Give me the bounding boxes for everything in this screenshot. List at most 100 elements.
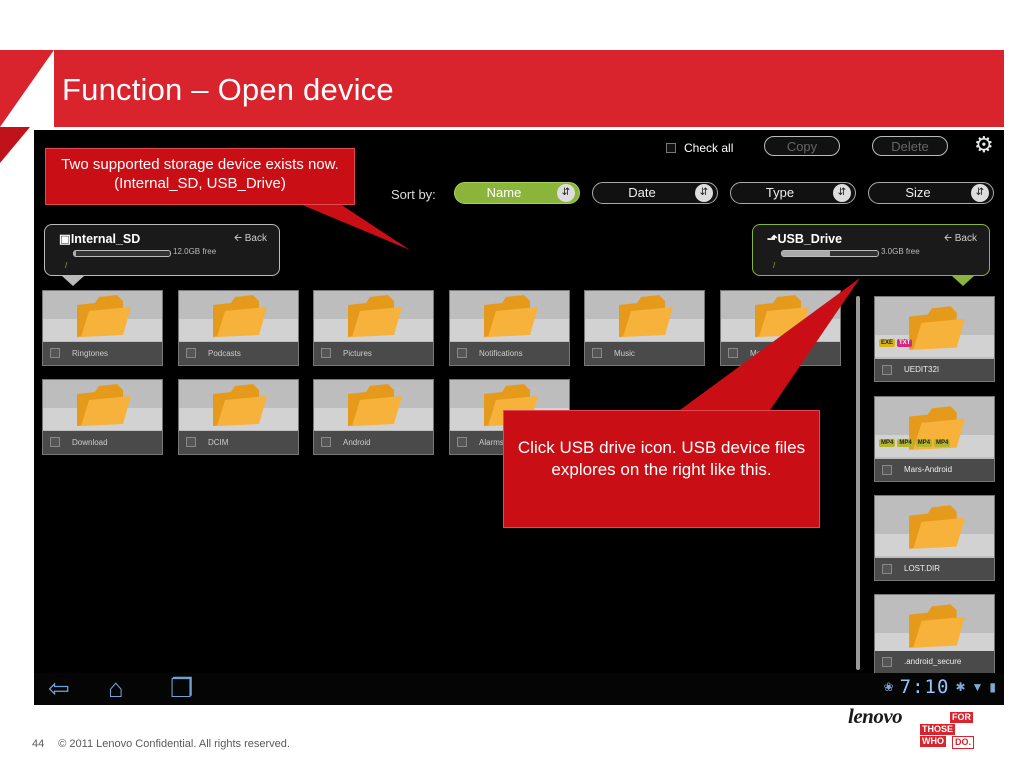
usb-file-tile[interactable]: MP4 MP4 MP4 MP4 Mars-Android — [874, 396, 995, 482]
select-checkbox[interactable] — [882, 365, 892, 375]
check-all-checkbox[interactable] — [666, 143, 676, 153]
folder-icon — [755, 295, 809, 337]
file-name: LOST.DIR — [904, 564, 941, 573]
select-checkbox[interactable] — [50, 348, 60, 358]
folder-name: Android — [343, 438, 371, 447]
device-internal-sd[interactable]: ▣Internal_SD 🡨 Back 12.0GB free / — [44, 224, 280, 276]
home-icon[interactable]: ⌂ — [108, 675, 124, 701]
free-space: 12.0GB free — [173, 247, 217, 256]
folder-icon — [77, 384, 131, 426]
select-checkbox[interactable] — [50, 437, 60, 447]
device-name: ▣Internal_SD — [59, 232, 141, 246]
folder-tile[interactable]: Ringtones — [42, 290, 163, 366]
tagline-who: WHO — [920, 736, 946, 747]
file-type-badge: MP4 — [897, 439, 914, 447]
select-checkbox[interactable] — [882, 465, 892, 475]
folder-tile[interactable]: Mo — [720, 290, 841, 366]
folder-name: Download — [72, 438, 108, 447]
file-name: .android_secure — [904, 657, 962, 666]
select-checkbox[interactable] — [728, 348, 738, 358]
folder-icon — [348, 295, 402, 337]
sort-option-label: Name — [486, 185, 522, 200]
spinner-arrows-icon: ⇵ — [971, 184, 989, 202]
back-icon[interactable]: ⇦ — [48, 675, 70, 701]
device-pointer — [952, 276, 974, 286]
folder-tile[interactable]: Pictures — [313, 290, 434, 366]
device-name: ⬏USB_Drive — [767, 232, 843, 246]
free-space: 3.0GB free — [881, 247, 920, 256]
back-button[interactable]: 🡨 Back — [944, 231, 977, 248]
sort-date-button[interactable]: Date ⇵ — [592, 182, 718, 204]
android-debug-icon: ❀ — [883, 680, 894, 694]
folder-tile[interactable]: DCIM — [178, 379, 299, 455]
folder-name: Ringtones — [72, 349, 109, 358]
file-name: UEDIT32I — [904, 365, 940, 374]
spinner-arrows-icon: ⇵ — [833, 184, 851, 202]
folder-icon — [348, 384, 402, 426]
callout-usb-explore: Click USB drive icon. USB device files e… — [503, 410, 820, 528]
folder-tile[interactable]: Download — [42, 379, 163, 455]
folder-icon — [619, 295, 673, 337]
tagline-those: THOSE — [920, 724, 956, 735]
device-pointer — [62, 276, 84, 286]
spinner-arrows-icon: ⇵ — [557, 184, 575, 202]
device-usb-drive[interactable]: ⬏USB_Drive 🡨 Back 3.0GB free / — [752, 224, 990, 276]
sort-type-button[interactable]: Type ⇵ — [730, 182, 856, 204]
folder-name: Podcasts — [208, 349, 241, 358]
usb-icon: ⬏ — [767, 232, 778, 246]
check-all-label: Check all — [684, 141, 734, 155]
banner-cut — [0, 50, 54, 127]
folder-tile[interactable]: Notifications — [449, 290, 570, 366]
back-button[interactable]: 🡨 Back — [234, 231, 267, 248]
gear-icon[interactable]: ⚙ — [974, 134, 994, 156]
copy-button[interactable]: Copy — [764, 136, 840, 156]
check-all[interactable]: Check all — [666, 141, 733, 155]
bluetooth-icon: ✱ — [955, 680, 966, 694]
file-type-badge: MP4 — [934, 439, 951, 447]
recent-apps-icon[interactable]: ❐ — [170, 675, 193, 701]
system-bar: ⇦ ⌂ ❐ ❀ 7:10 ✱ ▼ ▮ — [34, 673, 1004, 705]
select-checkbox[interactable] — [882, 657, 892, 667]
select-checkbox[interactable] — [321, 348, 331, 358]
sort-name-button[interactable]: Name ⇵ — [454, 182, 580, 204]
status-mark: / — [773, 261, 776, 270]
folder-name: Notifications — [479, 349, 523, 358]
select-checkbox[interactable] — [321, 437, 331, 447]
folder-name: Alarms — [479, 438, 504, 447]
banner-fold — [0, 127, 30, 163]
copyright-text: © 2011 Lenovo Confidential. All rights r… — [58, 738, 290, 750]
battery-icon: ▮ — [989, 680, 996, 694]
sort-option-label: Size — [905, 185, 931, 200]
callout-storage-devices: Two supported storage device exists now.… — [45, 148, 355, 205]
usb-file-tile[interactable]: LOST.DIR — [874, 495, 995, 581]
folder-icon — [909, 505, 965, 549]
file-type-badge: MP4 — [915, 439, 933, 447]
select-checkbox[interactable] — [186, 348, 196, 358]
folder-tile[interactable]: Android — [313, 379, 434, 455]
scrollbar[interactable] — [856, 296, 860, 670]
usb-file-tile[interactable]: .android_secure — [874, 594, 995, 674]
tagline-do: DO. — [952, 736, 975, 749]
select-checkbox[interactable] — [882, 564, 892, 574]
select-checkbox[interactable] — [457, 348, 467, 358]
folder-name: Pictures — [343, 349, 372, 358]
status-area[interactable]: ❀ 7:10 ✱ ▼ ▮ — [884, 676, 996, 698]
file-type-badges: EXE TXT — [879, 339, 913, 347]
folder-icon — [213, 295, 267, 337]
tagline-for: FOR — [950, 712, 973, 723]
sd-card-icon: ▣ — [59, 232, 71, 246]
select-checkbox[interactable] — [592, 348, 602, 358]
folder-tile[interactable]: Music — [584, 290, 705, 366]
usb-file-tile[interactable]: EXE TXT UEDIT32I — [874, 296, 995, 382]
select-checkbox[interactable] — [457, 437, 467, 447]
sort-size-button[interactable]: Size ⇵ — [868, 182, 994, 204]
file-type-badge: TXT — [897, 339, 913, 347]
file-type-badges: MP4 MP4 MP4 MP4 — [879, 439, 951, 447]
storage-bar — [781, 250, 879, 257]
select-checkbox[interactable] — [186, 437, 196, 447]
sort-option-label: Type — [765, 185, 795, 200]
folder-icon — [484, 295, 538, 337]
sort-by-label: Sort by: — [391, 187, 436, 202]
delete-button[interactable]: Delete — [872, 136, 948, 156]
folder-tile[interactable]: Podcasts — [178, 290, 299, 366]
